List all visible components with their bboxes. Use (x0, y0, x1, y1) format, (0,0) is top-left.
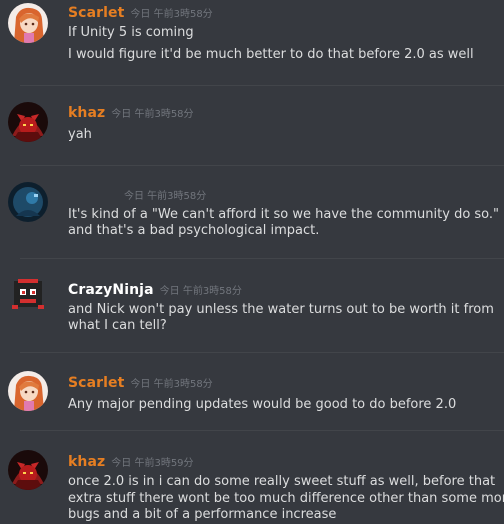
avatar[interactable] (8, 371, 48, 411)
message-group: khaz 今日 午前3時59分 once 2.0 is in i can do s… (0, 431, 504, 524)
chat-messages: Scarlet 今日 午前3時58分 If Unity 5 is coming I… (0, 0, 504, 524)
username[interactable]: CrazyNinja (68, 282, 154, 298)
message-line: If Unity 5 is coming (68, 25, 194, 40)
pixel-ninja-avatar-icon (8, 275, 48, 315)
message-header: CrazyNinja 今日 午前3時58分 (68, 279, 242, 299)
timestamp: 今日 午前3時58分 (124, 191, 207, 202)
red-demon-avatar-icon (8, 450, 48, 490)
message-header: khaz 今日 午前3時58分 (68, 102, 194, 122)
timestamp: 今日 午前3時58分 (111, 109, 194, 120)
message-line: Any major pending updates would be good … (68, 397, 457, 412)
message-header: khaz 今日 午前3時59分 (68, 451, 194, 471)
avatar[interactable] (8, 102, 48, 142)
timestamp: 今日 午前3時58分 (159, 286, 242, 297)
username[interactable]: khaz (68, 105, 105, 121)
timestamp: 今日 午前3時59分 (111, 458, 194, 469)
message-line: once 2.0 is in i can do some really swee… (68, 474, 496, 489)
username[interactable]: Scarlet (68, 375, 124, 391)
message-line: I would figure it'd be much better to do… (68, 47, 474, 62)
message-line: yah (68, 127, 92, 142)
username[interactable]: Scarlet (68, 5, 124, 21)
avatar[interactable] (8, 182, 48, 222)
message-line: and that's a bad psychological impact. (68, 223, 320, 238)
message-header: Scarlet 今日 午前3時58分 (68, 372, 213, 392)
message-line: what I can tell? (68, 318, 167, 333)
avatar[interactable] (8, 450, 48, 490)
message-group: khaz 今日 午前3時58分 yah (0, 86, 504, 164)
message-group: Scarlet 今日 午前3時58分 If Unity 5 is coming I… (0, 0, 504, 84)
avatar[interactable] (8, 3, 48, 43)
avatar[interactable] (8, 275, 48, 315)
robot-avatar-icon (8, 182, 48, 222)
message-group: Scarlet 今日 午前3時58分 Any major pending upda… (0, 353, 504, 429)
timestamp: 今日 午前3時58分 (130, 379, 213, 390)
username[interactable]: khaz (68, 454, 105, 470)
timestamp: 今日 午前3時58分 (130, 9, 213, 20)
anime-girl-avatar-icon (8, 371, 48, 411)
anime-girl-avatar-icon (8, 3, 48, 43)
message-header: Scarlet 今日 午前3時58分 (68, 2, 213, 22)
message-group: 今日 午前3時58分 It's kind of a "We can't affo… (0, 166, 504, 258)
message-line: bugs and a bit of a performance increase (68, 507, 337, 522)
message-header: 今日 午前3時58分 (124, 184, 206, 204)
red-demon-avatar-icon (8, 102, 48, 142)
message-group: CrazyNinja 今日 午前3時58分 and Nick won't pay … (0, 259, 504, 351)
